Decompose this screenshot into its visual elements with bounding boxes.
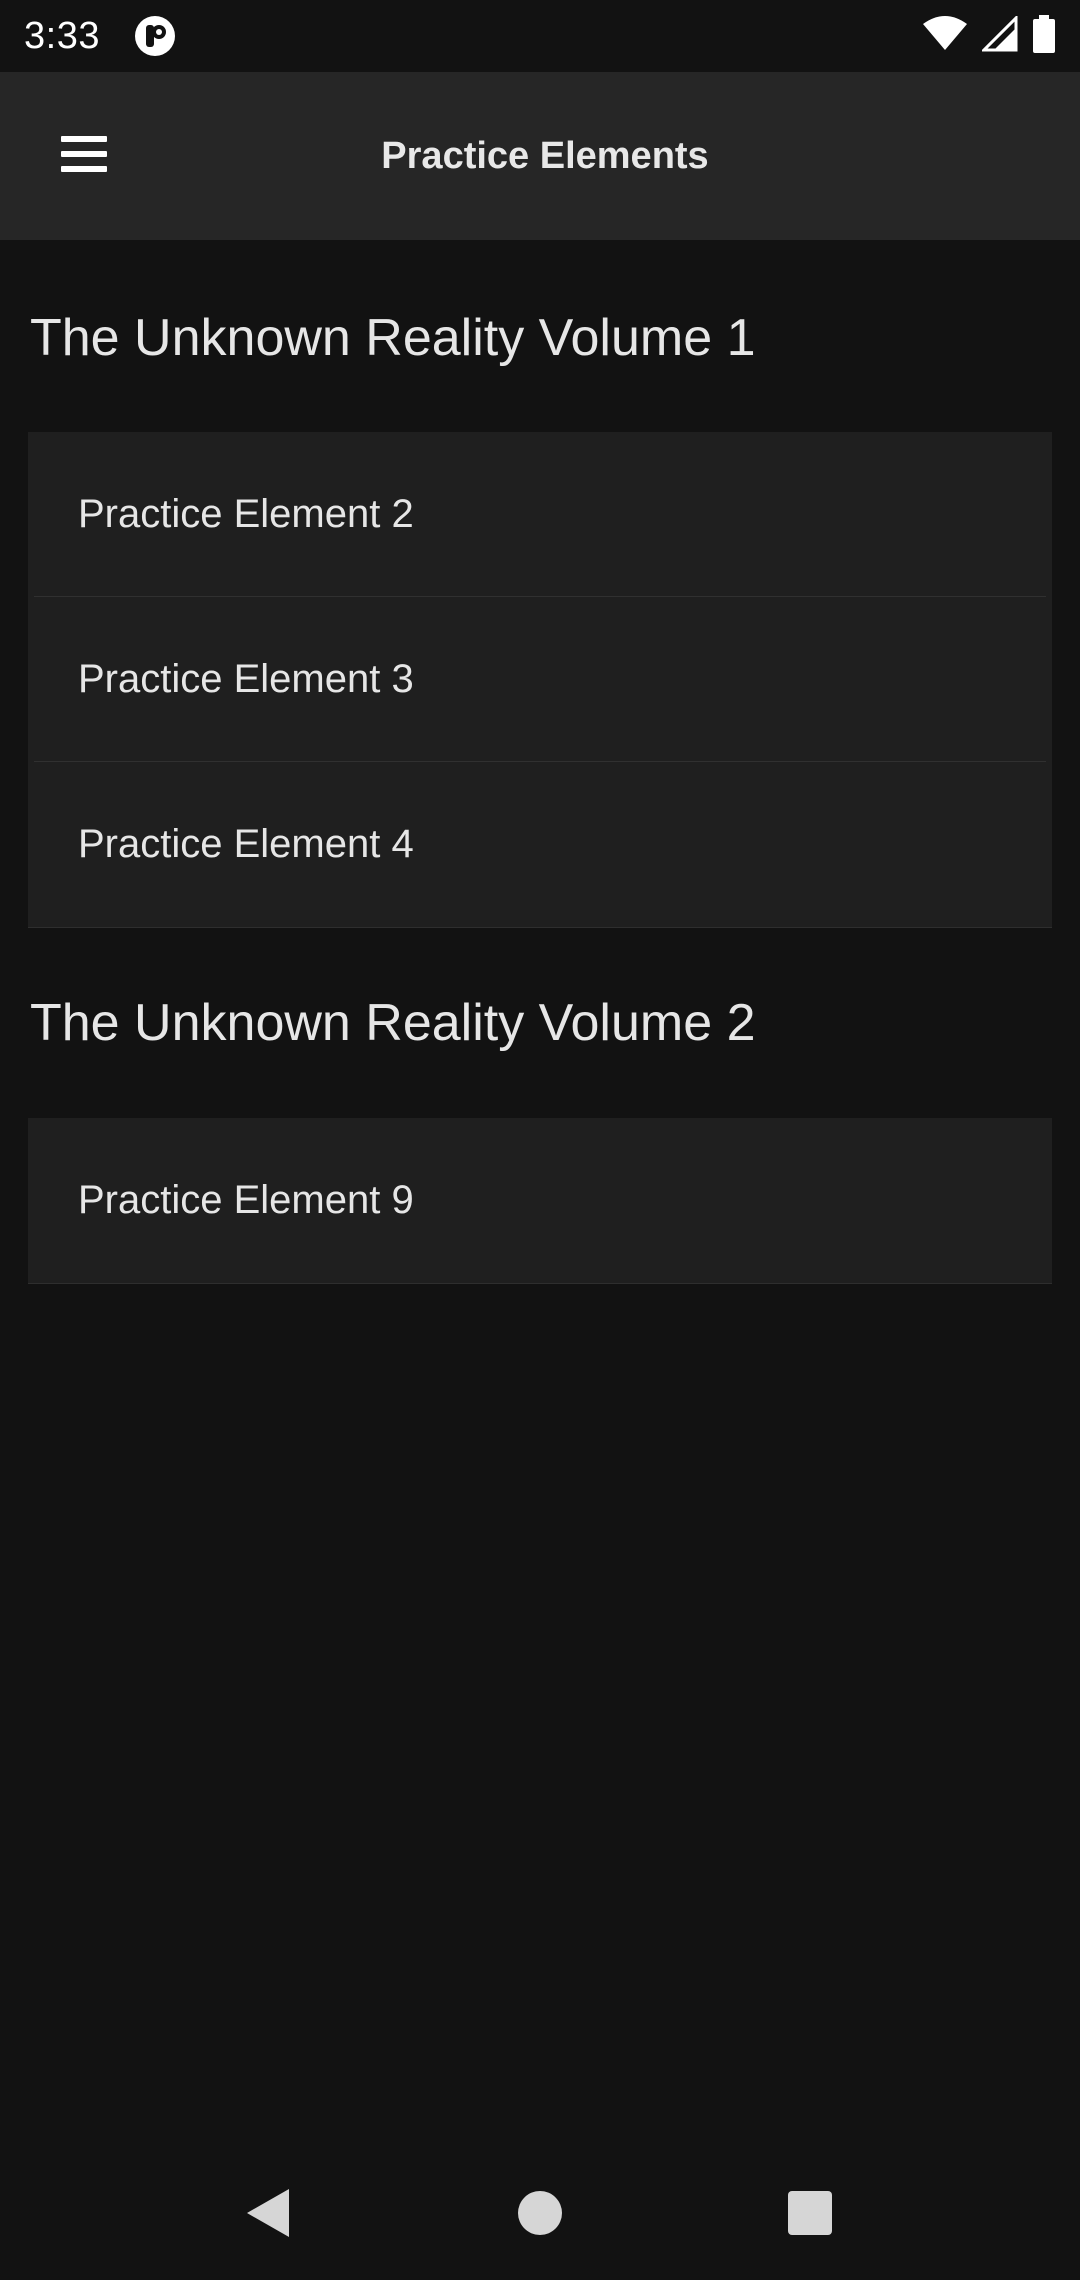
status-time: 3:33 — [24, 14, 100, 57]
battery-icon — [1032, 14, 1056, 58]
section-title-volume-1: The Unknown Reality Volume 1 — [30, 309, 756, 367]
signal-icon — [980, 13, 1018, 57]
section-card-volume-2: Practice Element 9 — [28, 1118, 1052, 1284]
content: The Unknown Reality Volume 1 Practice El… — [0, 240, 1080, 1284]
list-item-practice-element-3[interactable]: Practice Element 3 — [34, 597, 1046, 762]
list-item-practice-element-4[interactable]: Practice Element 4 — [34, 762, 1046, 927]
back-button[interactable] — [228, 2175, 308, 2255]
list-item-practice-element-9[interactable]: Practice Element 9 — [34, 1118, 1046, 1283]
recents-button[interactable] — [770, 2175, 850, 2255]
app-bar: Practice Elements — [0, 72, 1080, 240]
home-icon — [517, 2190, 563, 2241]
status-bar: 3:33 — [0, 0, 1080, 72]
back-icon — [245, 2187, 291, 2244]
list-item-practice-element-2[interactable]: Practice Element 2 — [34, 432, 1046, 597]
section-card-volume-1: Practice Element 2 Practice Element 3 Pr… — [28, 432, 1052, 928]
app-notification-icon — [134, 15, 176, 57]
wifi-icon — [922, 15, 968, 57]
system-nav-bar — [0, 2150, 1080, 2280]
home-button[interactable] — [500, 2175, 580, 2255]
page-title: Practice Elements — [381, 134, 709, 177]
section-title-volume-2: The Unknown Reality Volume 2 — [30, 994, 756, 1052]
status-icons — [922, 13, 1056, 58]
recents-icon — [787, 2190, 833, 2241]
